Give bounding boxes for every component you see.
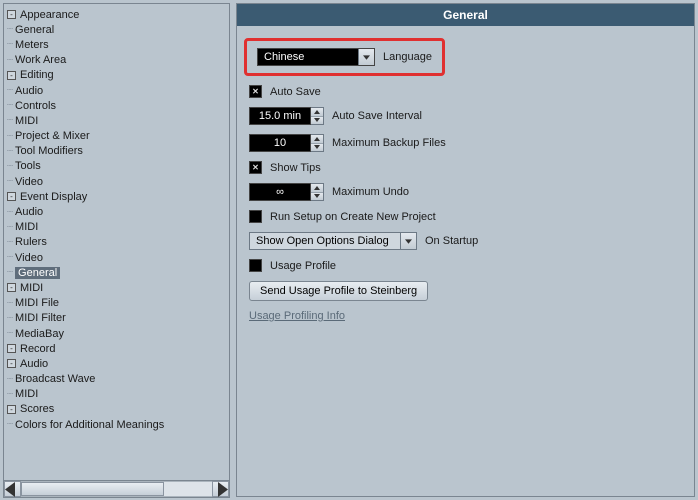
language-label: Language <box>383 51 432 63</box>
collapse-icon[interactable]: - <box>7 71 16 80</box>
dropdown-arrow-icon[interactable] <box>358 49 374 65</box>
tree-node-scores[interactable]: - Scores <box>7 402 227 417</box>
tree-node-appearance[interactable]: - Appearance <box>7 7 227 22</box>
tree-node-midi-file[interactable]: ┈MIDI File <box>7 296 227 311</box>
collapse-icon[interactable]: - <box>7 283 16 292</box>
spin-down-icon[interactable] <box>311 117 323 125</box>
tree-node-scores-colors[interactable]: ┈Colors for Additional Meanings <box>7 417 227 432</box>
panel-title: General <box>237 4 694 26</box>
tree-node-mediabay[interactable]: ┈ MediaBay <box>7 326 227 341</box>
language-value: Chinese <box>258 49 358 65</box>
spinner[interactable] <box>311 183 324 201</box>
tree-node-editing-audio[interactable]: ┈Audio <box>7 83 227 98</box>
category-tree-panel: - Appearance ┈General ┈Meters ┈Work Area… <box>3 3 230 498</box>
tree-node-appearance-general[interactable]: ┈General <box>7 22 227 37</box>
spin-up-icon[interactable] <box>311 135 323 144</box>
max-undo-value: ∞ <box>249 183 311 201</box>
collapse-icon[interactable]: - <box>7 10 16 19</box>
max-undo-field[interactable]: ∞ <box>249 183 324 201</box>
spin-up-icon[interactable] <box>311 108 323 117</box>
usage-profile-checkbox[interactable] <box>249 259 262 272</box>
tree-node-record-midi[interactable]: ┈MIDI <box>7 387 227 402</box>
max-backup-label: Maximum Backup Files <box>332 137 446 149</box>
category-tree[interactable]: - Appearance ┈General ┈Meters ┈Work Area… <box>4 4 229 480</box>
tree-label: Appearance <box>20 9 79 21</box>
tree-node-eventdisplay-audio[interactable]: ┈Audio <box>7 204 227 219</box>
run-setup-label: Run Setup on Create New Project <box>270 211 436 223</box>
on-startup-label: On Startup <box>425 235 478 247</box>
tree-horizontal-scrollbar[interactable] <box>4 480 229 497</box>
tree-node-editing-controls[interactable]: ┈Controls <box>7 98 227 113</box>
collapse-icon[interactable]: - <box>7 192 16 201</box>
auto-save-interval-value: 15.0 min <box>249 107 311 125</box>
on-startup-value: Show Open Options Dialog <box>250 233 400 249</box>
scroll-thumb[interactable] <box>21 482 164 496</box>
tree-node-appearance-meters[interactable]: ┈Meters <box>7 37 227 52</box>
show-tips-label: Show Tips <box>270 162 321 174</box>
settings-panel: General Chinese Language Auto Save <box>236 3 695 497</box>
run-setup-checkbox[interactable] <box>249 210 262 223</box>
dropdown-arrow-icon[interactable] <box>400 233 416 249</box>
usage-profiling-link[interactable]: Usage Profiling Info <box>249 310 345 322</box>
tree-node-eventdisplay-rulers[interactable]: ┈Rulers <box>7 235 227 250</box>
tree-node-eventdisplay-midi[interactable]: ┈MIDI <box>7 220 227 235</box>
scroll-right-button[interactable] <box>212 481 229 497</box>
scroll-left-button[interactable] <box>4 481 21 497</box>
tree-node-record-broadcastwave[interactable]: ┈Broadcast Wave <box>7 372 227 387</box>
tree-node-midi-filter[interactable]: ┈MIDI Filter <box>7 311 227 326</box>
usage-profile-label: Usage Profile <box>270 260 336 272</box>
tree-node-editing-midi[interactable]: ┈MIDI <box>7 113 227 128</box>
spinner[interactable] <box>311 107 324 125</box>
auto-save-checkbox[interactable] <box>249 85 262 98</box>
spinner[interactable] <box>311 134 324 152</box>
tree-node-eventdisplay-video[interactable]: ┈Video <box>7 250 227 265</box>
spin-down-icon[interactable] <box>311 193 323 201</box>
spin-down-icon[interactable] <box>311 144 323 152</box>
send-usage-button[interactable]: Send Usage Profile to Steinberg <box>249 281 428 301</box>
language-highlight: Chinese Language <box>244 38 445 76</box>
tree-node-midi[interactable]: - MIDI <box>7 280 227 295</box>
auto-save-label: Auto Save <box>270 86 321 98</box>
language-dropdown[interactable]: Chinese <box>257 48 375 66</box>
max-undo-label: Maximum Undo <box>332 186 409 198</box>
tree-node-editing-video[interactable]: ┈Video <box>7 174 227 189</box>
auto-save-interval-label: Auto Save Interval <box>332 110 422 122</box>
max-backup-value: 10 <box>249 134 311 152</box>
max-backup-field[interactable]: 10 <box>249 134 324 152</box>
tree-node-eventdisplay[interactable]: - Event Display <box>7 189 227 204</box>
tree-node-editing-toolmod[interactable]: ┈Tool Modifiers <box>7 144 227 159</box>
tree-node-record[interactable]: - Record <box>7 341 227 356</box>
collapse-icon[interactable]: - <box>7 359 16 368</box>
tree-node-general[interactable]: ┈ General <box>7 265 227 280</box>
on-startup-dropdown[interactable]: Show Open Options Dialog <box>249 232 417 250</box>
spin-up-icon[interactable] <box>311 184 323 193</box>
show-tips-checkbox[interactable] <box>249 161 262 174</box>
tree-node-editing-projectmixer[interactable]: ┈Project & Mixer <box>7 129 227 144</box>
preferences-dialog: - Appearance ┈General ┈Meters ┈Work Area… <box>0 0 698 500</box>
tree-node-editing[interactable]: - Editing <box>7 68 227 83</box>
tree-node-appearance-workarea[interactable]: ┈Work Area <box>7 53 227 68</box>
scroll-track[interactable] <box>21 481 212 497</box>
collapse-icon[interactable]: - <box>7 344 16 353</box>
collapse-icon[interactable]: - <box>7 405 16 414</box>
tree-node-editing-tools[interactable]: ┈Tools <box>7 159 227 174</box>
auto-save-interval-field[interactable]: 15.0 min <box>249 107 324 125</box>
tree-node-record-audio[interactable]: - Audio <box>7 356 227 371</box>
